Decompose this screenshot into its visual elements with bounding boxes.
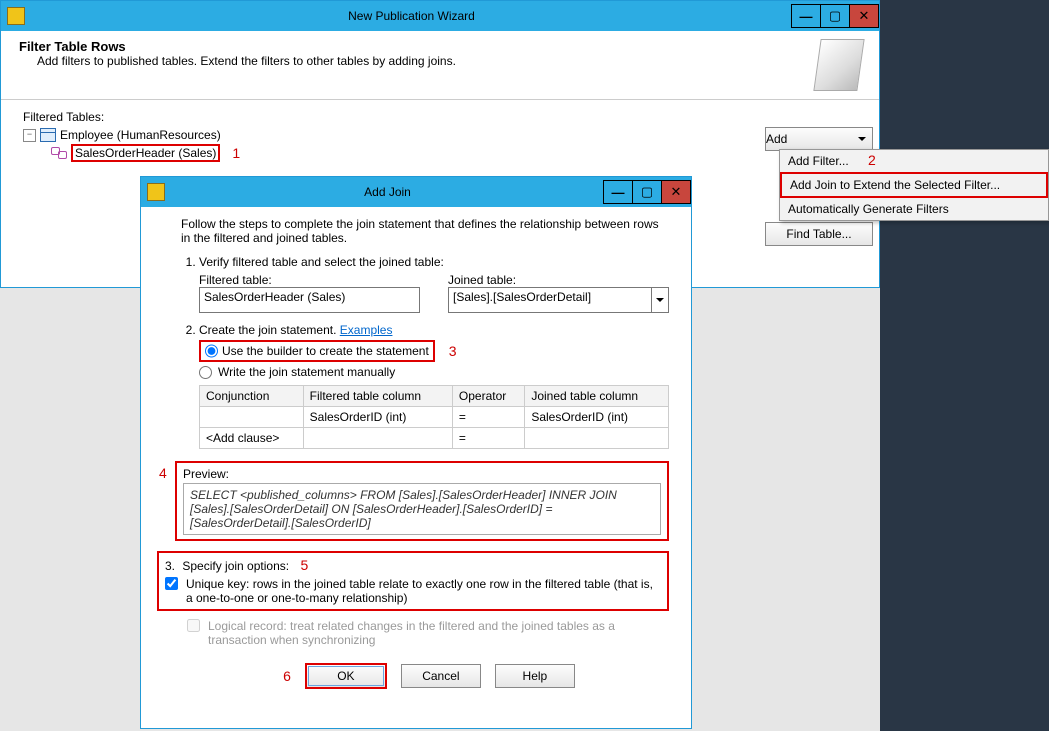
add-menu: Add Filter... Add Join to Extend the Sel… [779, 149, 1049, 221]
maximize-button[interactable]: ▢ [820, 4, 850, 28]
unique-key-checkbox[interactable] [165, 577, 178, 590]
ok-button-label: OK [337, 669, 354, 683]
filtered-tables-tree[interactable]: − Employee (HumanResources) SalesOrderHe… [23, 128, 857, 162]
filtered-table-label: Filtered table: [199, 273, 420, 287]
find-table-label: Find Table... [786, 227, 851, 241]
grid-cell[interactable]: = [452, 428, 524, 449]
add-button[interactable]: Add [765, 127, 873, 151]
join-titlebar[interactable]: Add Join — ▢ ✕ [141, 177, 691, 207]
grid-cell[interactable]: SalesOrderID (int) [525, 407, 669, 428]
grid-cell[interactable] [303, 428, 452, 449]
wizard-titlebar[interactable]: New Publication Wizard — ▢ ✕ [1, 1, 879, 31]
maximize-button[interactable]: ▢ [632, 180, 662, 204]
cancel-button-label: Cancel [422, 669, 459, 683]
radio-builder[interactable] [205, 344, 218, 358]
ok-button[interactable]: OK [305, 663, 387, 689]
radio-manual[interactable] [199, 366, 212, 379]
join-icon [51, 147, 67, 159]
filtered-table-field: SalesOrderHeader (Sales) [199, 287, 420, 313]
callout-1: 1 [232, 145, 240, 161]
join-intro: Follow the steps to complete the join st… [181, 217, 669, 245]
callout-6: 6 [283, 668, 291, 684]
minimize-button[interactable]: — [791, 4, 821, 28]
grid-cell[interactable] [525, 428, 669, 449]
grid-header: Conjunction [200, 386, 304, 407]
add-join-dialog: Add Join — ▢ ✕ Follow the steps to compl… [140, 176, 692, 729]
radio-builder-label: Use the builder to create the statement [222, 344, 429, 358]
wizard-banner-icon [813, 39, 864, 91]
grid-cell[interactable]: = [452, 407, 524, 428]
page-title: Filter Table Rows [19, 39, 126, 54]
chevron-down-icon[interactable] [652, 287, 669, 313]
chevron-down-icon [858, 137, 866, 145]
grid-header: Operator [452, 386, 524, 407]
grid-cell[interactable]: SalesOrderID (int) [303, 407, 452, 428]
menu-add-filter[interactable]: Add Filter... [780, 150, 1048, 172]
logical-record-checkbox [187, 619, 200, 632]
step1-label: Verify filtered table and select the joi… [199, 255, 444, 269]
add-button-label: Add [766, 132, 787, 146]
joined-table-select[interactable]: [Sales].[SalesOrderDetail] [448, 287, 652, 313]
step2-label: Create the join statement. [199, 323, 336, 337]
logical-record-label: Logical record: treat related changes in… [208, 619, 669, 647]
grid-cell[interactable]: <Add clause> [200, 428, 304, 449]
grid-header: Joined table column [525, 386, 669, 407]
help-button-label: Help [523, 669, 548, 683]
joined-table-label: Joined table: [448, 273, 669, 287]
filtered-tables-label: Filtered Tables: [23, 110, 857, 124]
app-icon [147, 183, 165, 201]
close-button[interactable]: ✕ [661, 180, 691, 204]
table-icon [40, 128, 56, 142]
menu-add-join[interactable]: Add Join to Extend the Selected Filter..… [780, 172, 1048, 198]
callout-5: 5 [300, 557, 308, 573]
step3-label: Specify join options: [182, 559, 289, 573]
wizard-title: New Publication Wizard [31, 9, 792, 23]
preview-sql: SELECT <published_columns> FROM [Sales].… [183, 483, 661, 535]
close-button[interactable]: ✕ [849, 4, 879, 28]
tree-collapse-icon[interactable]: − [23, 129, 36, 142]
cancel-button[interactable]: Cancel [401, 664, 481, 688]
grid-cell[interactable] [200, 407, 304, 428]
tree-child-label[interactable]: SalesOrderHeader (Sales) [71, 144, 220, 162]
find-table-button[interactable]: Find Table... [765, 222, 873, 246]
join-title: Add Join [171, 185, 604, 199]
help-button[interactable]: Help [495, 664, 575, 688]
join-builder-grid[interactable]: Conjunction Filtered table column Operat… [199, 385, 669, 449]
grid-header: Filtered table column [303, 386, 452, 407]
callout-2: 2 [868, 152, 876, 168]
radio-manual-label: Write the join statement manually [218, 365, 395, 379]
minimize-button[interactable]: — [603, 180, 633, 204]
app-icon [7, 7, 25, 25]
examples-link[interactable]: Examples [340, 323, 393, 337]
menu-auto-generate[interactable]: Automatically Generate Filters [780, 198, 1048, 220]
preview-label: Preview: [183, 467, 229, 481]
tree-root-label[interactable]: Employee (HumanResources) [60, 128, 221, 142]
page-subtitle: Add filters to published tables. Extend … [37, 54, 456, 68]
unique-key-label: Unique key: rows in the joined table rel… [186, 577, 661, 605]
callout-4: 4 [159, 465, 167, 481]
callout-3: 3 [449, 343, 457, 359]
